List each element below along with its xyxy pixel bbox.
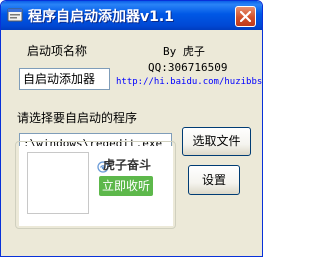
- browse-file-button[interactable]: 选取文件: [182, 127, 251, 156]
- homepage-link[interactable]: http://hi.baidu.com/huzibbs: [116, 77, 262, 87]
- app-window: 程序自启动添加器v1.1 启动项名称 By 虎子 QQ:306716509 ht…: [0, 0, 263, 257]
- window-title: 程序自启动添加器v1.1: [28, 9, 174, 25]
- ad-title: 虎子奋斗: [103, 158, 152, 172]
- qq-contact: QQ:306716509: [148, 61, 228, 74]
- item-name-label: 启动项名称: [27, 44, 88, 58]
- author-credit: By 虎子: [163, 45, 205, 58]
- ad-image: [27, 152, 89, 214]
- close-button[interactable]: [235, 6, 256, 27]
- main-content: 启动项名称 By 虎子 QQ:306716509 http://hi.baidu…: [1, 30, 262, 256]
- program-label: 请选择要自启动的程序: [17, 111, 138, 125]
- close-icon: [240, 11, 251, 22]
- app-icon: [7, 7, 23, 23]
- listen-now-button[interactable]: 立即收听: [99, 176, 153, 196]
- title-bar[interactable]: 程序自启动添加器v1.1: [1, 1, 262, 30]
- settings-button[interactable]: 设置: [188, 165, 240, 195]
- ad-panel: 虎子奋斗 立即收听: [19, 146, 173, 226]
- item-name-input[interactable]: 自启动添加器: [19, 68, 110, 90]
